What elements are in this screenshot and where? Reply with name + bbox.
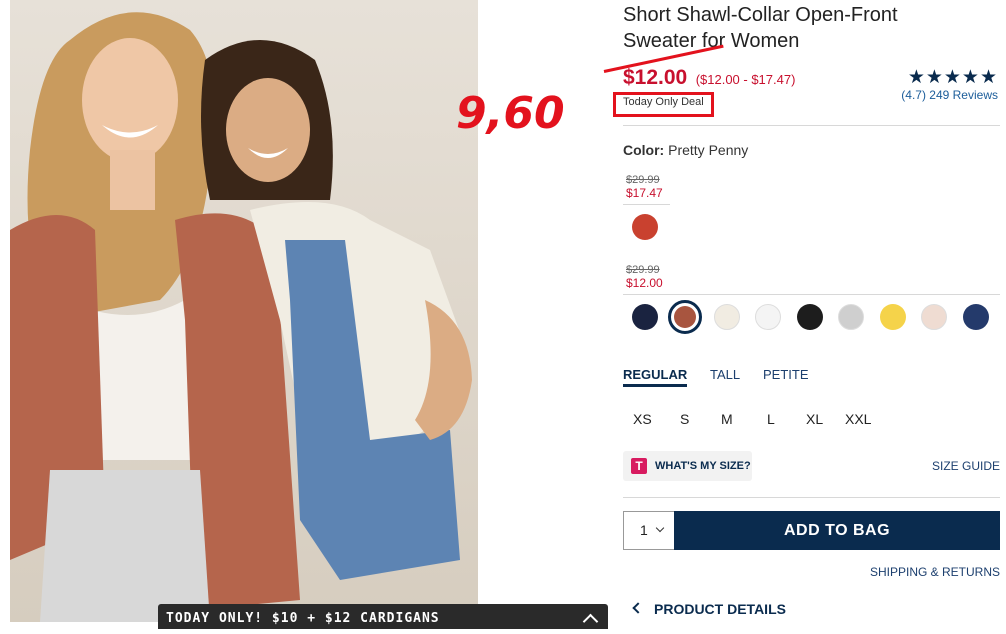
promo-banner[interactable]: TODAY ONLY! $10 + $12 CARDIGANS — [158, 604, 608, 630]
tab-tall[interactable]: TALL — [710, 367, 740, 382]
color-swatch-navy[interactable] — [632, 304, 658, 330]
color-swatch-black[interactable] — [797, 304, 823, 330]
product-image[interactable] — [10, 0, 478, 622]
color-swatch[interactable] — [632, 214, 658, 240]
selected-color-name: Pretty Penny — [668, 142, 749, 158]
today-only-deal-label: Today Only Deal — [623, 96, 704, 108]
product-title-line-2: Sweater for Women — [623, 30, 800, 52]
whats-my-size-label: WHAT'S MY SIZE? — [655, 460, 751, 472]
shipping-returns-link[interactable]: SHIPPING & RETURNS — [870, 565, 1000, 579]
tab-regular[interactable]: REGULAR — [623, 367, 688, 387]
color-swatch-blue[interactable] — [963, 304, 989, 330]
size-option[interactable]: S — [680, 411, 689, 427]
color-label-title: Color: — [623, 142, 665, 158]
swatch-sale-price: $12.00 — [626, 276, 663, 290]
add-to-bag-button[interactable]: ADD TO BAG — [674, 511, 1000, 550]
product-details-label: PRODUCT DETAILS — [654, 601, 786, 617]
color-swatch-yellow[interactable] — [880, 304, 906, 330]
size-option[interactable]: XXL — [845, 411, 871, 427]
product-title: Short Shawl-Collar Open-Front Sweater fo… — [623, 2, 953, 54]
sale-price: $12.00 — [623, 66, 688, 89]
color-label: Color: Pretty Penny — [623, 142, 748, 158]
product-details-toggle[interactable]: PRODUCT DETAILS — [632, 601, 786, 617]
swatch-sale-price: $17.47 — [626, 186, 663, 200]
color-swatch-white[interactable] — [755, 304, 781, 330]
chevron-left-icon — [632, 602, 644, 614]
divider — [623, 204, 670, 205]
quantity-select[interactable]: 1 — [623, 511, 675, 550]
original-price: $29.99 — [626, 174, 660, 186]
size-option[interactable]: XL — [806, 411, 823, 427]
color-swatch-cream[interactable] — [714, 304, 740, 330]
divider — [623, 294, 1000, 295]
size-option[interactable]: XS — [633, 411, 652, 427]
rating[interactable]: ★★★★★ (4.7) 249 Reviews — [901, 67, 998, 103]
quantity-value: 1 — [640, 522, 648, 538]
original-price: $29.99 — [626, 264, 660, 276]
color-swatch-blush[interactable] — [921, 304, 947, 330]
size-guide-link[interactable]: SIZE GUIDE — [932, 459, 1000, 473]
true-fit-logo-icon: T — [631, 458, 647, 474]
star-rating-icon: ★★★★★ — [907, 67, 998, 88]
price-group-1: $29.99 $17.47 — [626, 174, 663, 200]
product-photo-illustration — [10, 12, 472, 622]
chevron-down-icon — [655, 523, 665, 533]
price-group-2: $29.99 $12.00 — [626, 264, 663, 290]
whats-my-size-button[interactable]: T WHAT'S MY SIZE? — [623, 451, 752, 481]
price-row: $12.00 ($12.00 - $17.47) — [623, 66, 795, 90]
color-swatch-grey[interactable] — [838, 304, 864, 330]
price-range: ($12.00 - $17.47) — [695, 72, 796, 87]
handwritten-price-annotation: 9,60 — [456, 88, 565, 139]
chevron-up-icon[interactable] — [582, 613, 599, 630]
divider — [623, 497, 1000, 498]
divider — [623, 125, 1000, 126]
size-option[interactable]: L — [767, 411, 775, 427]
tab-petite[interactable]: PETITE — [763, 367, 809, 382]
size-option[interactable]: M — [721, 411, 733, 427]
promo-banner-text: TODAY ONLY! $10 + $12 CARDIGANS — [166, 611, 440, 626]
color-swatch-pretty-penny-selected[interactable] — [668, 300, 702, 334]
reviews-link[interactable]: (4.7) 249 Reviews — [901, 88, 998, 102]
product-title-line-1: Short Shawl-Collar Open-Front — [623, 4, 898, 26]
